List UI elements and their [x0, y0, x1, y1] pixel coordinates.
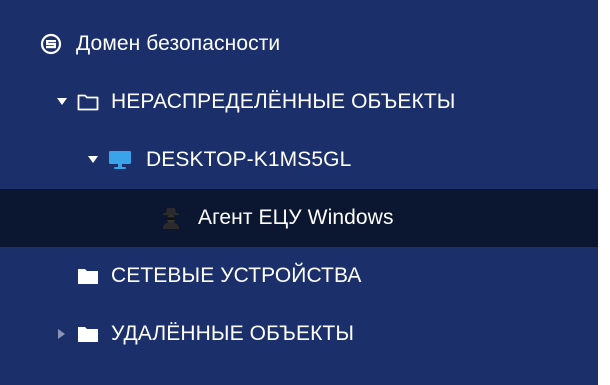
- tree-item-label: Агент ЕЦУ Windows: [198, 206, 394, 229]
- security-domain-icon: [40, 33, 62, 55]
- tree-item-label: Домен безопасности: [76, 32, 281, 55]
- tree-item-label: НЕРАСПРЕДЕЛЁННЫЕ ОБЪЕКТЫ: [111, 90, 456, 113]
- tree-item-desktop[interactable]: DESKTOP-K1MS5GL: [0, 131, 598, 189]
- object-tree: Домен безопасности НЕРАСПРЕДЕЛЁННЫЕ ОБЪЕ…: [0, 0, 598, 385]
- chevron-down-icon[interactable]: [86, 153, 100, 167]
- tree-item-label: СЕТЕВЫЕ УСТРОЙСТВА: [111, 264, 362, 287]
- agent-icon: [160, 206, 182, 230]
- tree-item-security-domain[interactable]: Домен безопасности: [0, 15, 598, 73]
- folder-outline-icon: [77, 92, 99, 112]
- chevron-down-icon[interactable]: [55, 95, 69, 109]
- tree-item-agent[interactable]: Агент ЕЦУ Windows: [0, 189, 598, 247]
- folder-icon: [77, 324, 99, 344]
- folder-icon: [77, 266, 99, 286]
- tree-item-label: УДАЛЁННЫЕ ОБЪЕКТЫ: [111, 322, 355, 345]
- tree-item-deleted-objects[interactable]: УДАЛЁННЫЕ ОБЪЕКТЫ: [0, 305, 598, 363]
- monitor-icon: [108, 149, 132, 171]
- tree-item-network-devices[interactable]: СЕТЕВЫЕ УСТРОЙСТВА: [0, 247, 598, 305]
- tree-item-label: DESKTOP-K1MS5GL: [146, 148, 352, 171]
- chevron-right-icon[interactable]: [55, 327, 69, 341]
- tree-item-unassigned-objects[interactable]: НЕРАСПРЕДЕЛЁННЫЕ ОБЪЕКТЫ: [0, 73, 598, 131]
- window-edge: [598, 0, 610, 385]
